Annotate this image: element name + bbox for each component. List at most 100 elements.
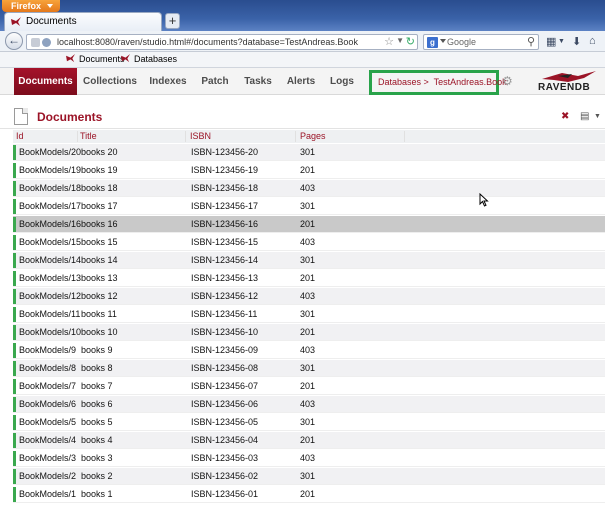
cell-pages: 403 <box>300 291 316 301</box>
cell-id: BookModels/18 <box>19 183 82 193</box>
back-button[interactable]: ← <box>5 32 23 50</box>
logo-text: RAVENDB <box>538 82 591 93</box>
address-bar[interactable]: localhost:8080/raven/studio.html#/docume… <box>26 34 418 50</box>
cell-pages: 201 <box>300 165 316 175</box>
table-row[interactable]: BookModels/16 books 16 ISBN-123456-16 201 <box>13 216 605 233</box>
url-text[interactable]: localhost:8080/raven/studio.html#/docume… <box>57 37 358 47</box>
breadcrumb-current-db[interactable]: TestAndreas.Book <box>434 77 507 87</box>
search-icon[interactable]: ⚲ <box>527 35 535 48</box>
cell-isbn: ISBN-123456-14 <box>191 255 259 265</box>
cell-pages: 403 <box>300 183 316 193</box>
nav-patch[interactable]: Patch <box>198 68 232 95</box>
table-row[interactable]: BookModels/17 books 17 ISBN-123456-17 301 <box>13 198 605 215</box>
table-row[interactable]: BookModels/19 books 19 ISBN-123456-19 201 <box>13 162 605 179</box>
table-row[interactable]: BookModels/15 books 15 ISBN-123456-15 403 <box>13 234 605 251</box>
search-input[interactable]: Google <box>447 37 476 47</box>
row-status-bar <box>13 145 16 160</box>
row-status-bar <box>13 469 16 484</box>
row-status-bar <box>13 487 16 502</box>
google-icon[interactable]: g <box>427 37 438 48</box>
cell-id: BookModels/8 <box>19 363 77 373</box>
nav-indexes[interactable]: Indexes <box>146 68 190 95</box>
cell-isbn: ISBN-123456-19 <box>191 165 259 175</box>
new-tab-button[interactable]: + <box>165 13 180 29</box>
row-status-bar <box>13 199 16 214</box>
column-header-isbn[interactable]: ISBN <box>190 131 296 142</box>
view-options-dropdown-icon[interactable]: ▼ <box>594 113 601 120</box>
cell-title: books 13 <box>81 273 118 283</box>
row-status-bar <box>13 253 16 268</box>
cell-pages: 201 <box>300 489 316 499</box>
table-header: Id Title ISBN Pages <box>13 130 605 143</box>
cell-id: BookModels/15 <box>19 237 82 247</box>
gear-icon[interactable]: ⚙ <box>502 74 513 88</box>
cell-title: books 1 <box>81 489 113 499</box>
bookmark-databases[interactable]: Databases <box>121 54 177 64</box>
cell-pages: 201 <box>300 381 316 391</box>
table-row[interactable]: BookModels/6 books 6 ISBN-123456-06 403 <box>13 396 605 413</box>
table-row[interactable]: BookModels/9 books 9 ISBN-123456-09 403 <box>13 342 605 359</box>
cell-isbn: ISBN-123456-08 <box>191 363 259 373</box>
column-header-pages[interactable]: Pages <box>300 131 405 142</box>
breadcrumb-databases[interactable]: Databases > <box>378 77 429 87</box>
database-breadcrumb[interactable]: Databases > TestAndreas.Book <box>378 77 507 87</box>
view-options-icon[interactable]: ▤ <box>580 111 589 122</box>
cell-title: books 20 <box>81 147 118 157</box>
firefox-menu-button[interactable]: Firefox <box>2 0 60 12</box>
cell-title: books 16 <box>81 219 118 229</box>
table-row[interactable]: BookModels/3 books 3 ISBN-123456-03 403 <box>13 450 605 467</box>
nav-alerts[interactable]: Alerts <box>284 68 318 95</box>
column-header-id[interactable]: Id <box>16 131 78 142</box>
search-box[interactable]: g Google ⚲ <box>423 34 539 50</box>
table-row[interactable]: BookModels/1 books 1 ISBN-123456-01 201 <box>13 486 605 503</box>
cell-id: BookModels/7 <box>19 381 77 391</box>
column-header-title[interactable]: Title <box>80 131 186 142</box>
cell-isbn: ISBN-123456-07 <box>191 381 259 391</box>
delete-documents-icon[interactable]: ✖ <box>561 111 569 122</box>
row-status-bar <box>13 289 16 304</box>
table-row[interactable]: BookModels/8 books 8 ISBN-123456-08 301 <box>13 360 605 377</box>
bookmark-documents[interactable]: Documents <box>66 54 125 64</box>
page-title: Documents <box>37 110 103 124</box>
cell-id: BookModels/3 <box>19 453 77 463</box>
table-row[interactable]: BookModels/18 books 18 ISBN-123456-18 403 <box>13 180 605 197</box>
cell-id: BookModels/10 <box>19 327 82 337</box>
cell-id: BookModels/9 <box>19 345 77 355</box>
home-icon[interactable]: ⌂ <box>589 35 596 47</box>
bookmarks-menu-icon[interactable]: ▦ <box>546 35 556 48</box>
table-row[interactable]: BookModels/12 books 12 ISBN-123456-12 403 <box>13 288 605 305</box>
site-identity-icon[interactable] <box>31 38 40 47</box>
table-row[interactable]: BookModels/5 books 5 ISBN-123456-05 301 <box>13 414 605 431</box>
table-row[interactable]: BookModels/2 books 2 ISBN-123456-02 301 <box>13 468 605 485</box>
url-history-dropdown-icon[interactable]: ▼ <box>396 36 404 45</box>
cell-isbn: ISBN-123456-15 <box>191 237 259 247</box>
nav-logs[interactable]: Logs <box>327 68 357 95</box>
downloads-icon[interactable]: ⬇ <box>572 35 581 48</box>
table-row[interactable]: BookModels/10 books 10 ISBN-123456-10 201 <box>13 324 605 341</box>
cell-pages: 301 <box>300 201 316 211</box>
raven-bookmark-icon <box>66 54 76 63</box>
cell-title: books 11 <box>81 309 117 319</box>
reload-icon[interactable]: ↻ <box>406 35 415 48</box>
browser-navbar: ← localhost:8080/raven/studio.html#/docu… <box>0 31 605 52</box>
table-row[interactable]: BookModels/4 books 4 ISBN-123456-04 201 <box>13 432 605 449</box>
table-row[interactable]: BookModels/7 books 7 ISBN-123456-07 201 <box>13 378 605 395</box>
nav-documents[interactable]: Documents <box>14 68 77 95</box>
table-row[interactable]: BookModels/20 books 20 ISBN-123456-20 301 <box>13 144 605 161</box>
bookmarks-dropdown-icon[interactable]: ▼ <box>558 38 565 45</box>
search-engine-dropdown-icon[interactable] <box>440 39 446 43</box>
table-row[interactable]: BookModels/11 books 11 ISBN-123456-11 301 <box>13 306 605 323</box>
cell-id: BookModels/4 <box>19 435 77 445</box>
cell-title: books 8 <box>81 363 113 373</box>
table-row[interactable]: BookModels/13 books 13 ISBN-123456-13 201 <box>13 270 605 287</box>
cell-isbn: ISBN-123456-03 <box>191 453 259 463</box>
bookmarks-toolbar: Documents Databases <box>0 52 605 68</box>
cell-title: books 15 <box>81 237 118 247</box>
cell-title: books 7 <box>81 381 113 391</box>
table-row[interactable]: BookModels/14 books 14 ISBN-123456-14 301 <box>13 252 605 269</box>
nav-collections[interactable]: Collections <box>80 68 140 95</box>
tab-title: Documents <box>26 16 77 27</box>
browser-tab-documents[interactable]: Documents <box>4 12 162 31</box>
nav-tasks[interactable]: Tasks <box>241 68 275 95</box>
bookmark-star-icon[interactable]: ☆ <box>384 35 394 48</box>
